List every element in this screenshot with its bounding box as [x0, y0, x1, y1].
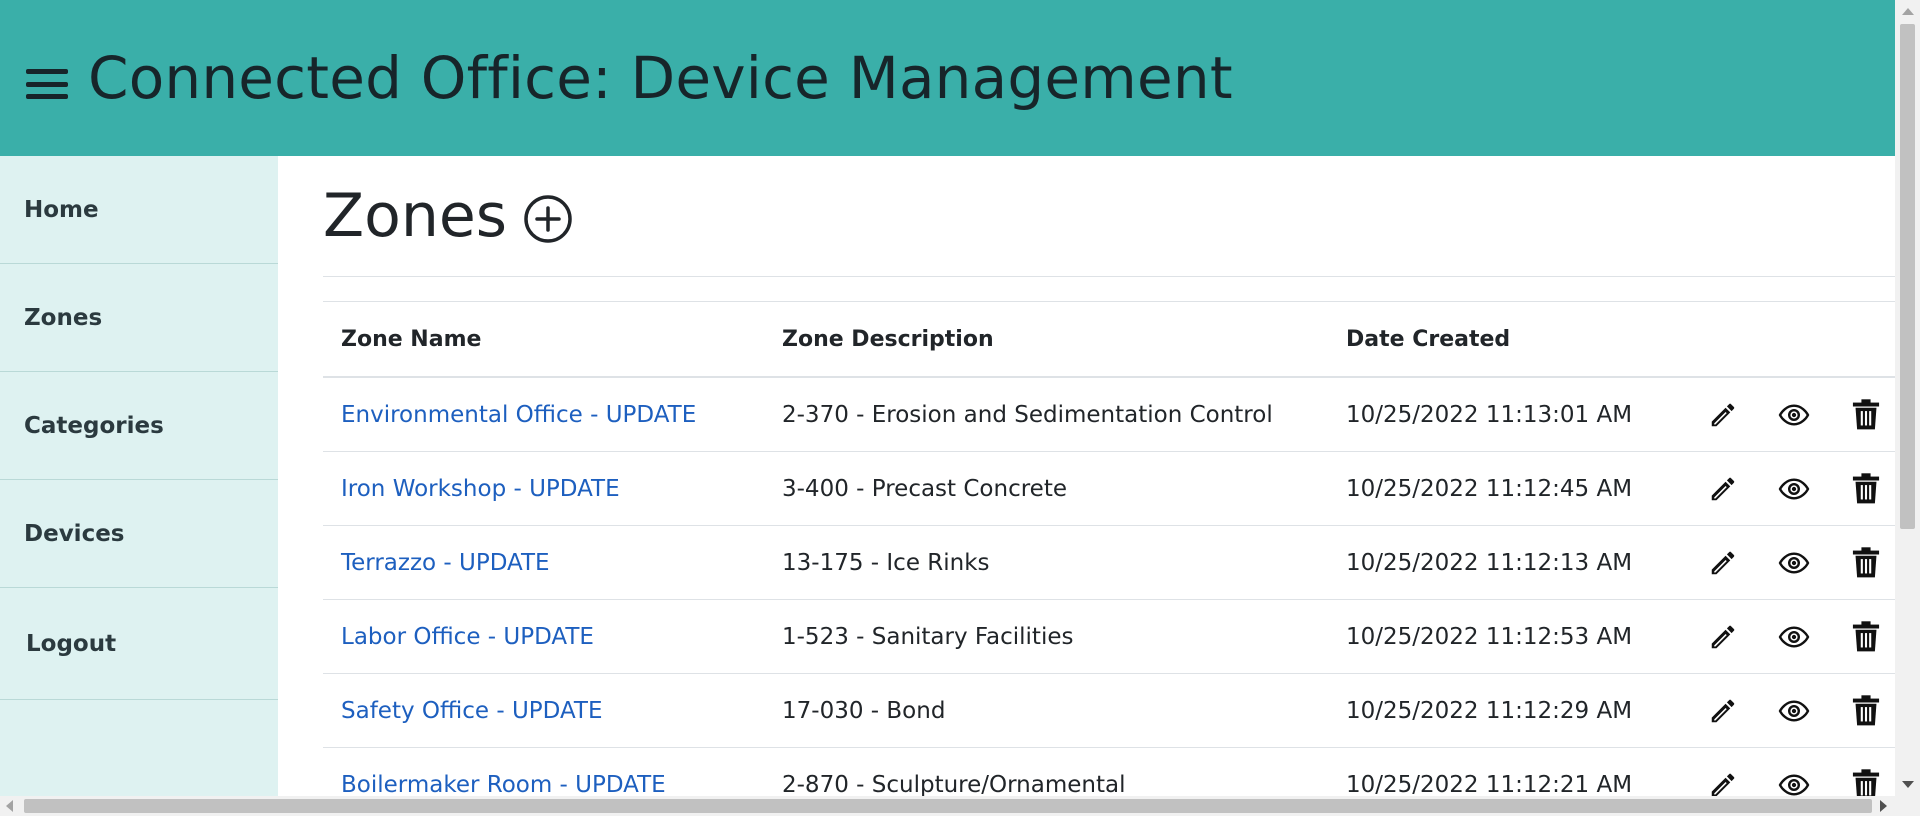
add-zone-button[interactable] — [523, 194, 573, 244]
horizontal-scroll-thumb[interactable] — [24, 799, 1872, 813]
table-row: Labor Office - UPDATE 1-523 - Sanitary Fa… — [323, 599, 1895, 674]
pencil-edit-icon[interactable] — [1708, 545, 1738, 581]
eye-view-icon[interactable] — [1778, 619, 1810, 655]
sidebar-item-devices[interactable]: Devices — [0, 480, 278, 588]
trash-delete-icon[interactable] — [1850, 397, 1882, 433]
actions-cell — [1666, 525, 1895, 600]
main-content: Zones Zone Name Zone Description Date Cr… — [278, 156, 1895, 796]
zone-description-cell: 2-370 - Erosion and Sedimentation Contro… — [764, 377, 1328, 452]
horizontal-scrollbar[interactable] — [0, 796, 1920, 816]
actions-cell — [1666, 599, 1895, 674]
pencil-edit-icon[interactable] — [1708, 693, 1738, 729]
table-row: Environmental Office - UPDATE 2-370 - Ero… — [323, 377, 1895, 452]
pencil-edit-icon[interactable] — [1708, 619, 1738, 655]
sidebar-item-zones[interactable]: Zones — [0, 264, 278, 372]
zone-description-cell: 3-400 - Precast Concrete — [764, 451, 1328, 526]
page-title: Zones — [323, 181, 508, 251]
table-body: Environmental Office - UPDATE 2-370 - Ero… — [323, 377, 1895, 796]
sidebar-item-logout[interactable]: Logout — [0, 588, 278, 700]
zone-name-cell: Labor Office - UPDATE — [323, 599, 764, 674]
app-viewport: Connected Office: Device Management Home… — [0, 0, 1920, 816]
zone-name-cell: Boilermaker Room - UPDATE — [323, 747, 764, 797]
plus-circle-icon — [524, 195, 572, 243]
zone-name-link[interactable]: Labor Office - UPDATE — [341, 624, 594, 650]
date-created-cell: 10/25/2022 11:12:29 AM — [1328, 673, 1666, 748]
eye-view-icon[interactable] — [1778, 397, 1810, 433]
trash-delete-icon[interactable] — [1850, 767, 1882, 796]
hamburger-menu-icon[interactable] — [26, 69, 68, 99]
date-created-cell: 10/25/2022 11:13:01 AM — [1328, 377, 1666, 452]
pencil-edit-icon[interactable] — [1708, 767, 1738, 797]
trash-delete-icon[interactable] — [1850, 471, 1882, 507]
zones-table: Zone Name Zone Description Date Created … — [323, 302, 1895, 796]
zone-name-link[interactable]: Environmental Office - UPDATE — [341, 402, 696, 428]
zone-name-cell: Terrazzo - UPDATE — [323, 525, 764, 600]
table-row: Iron Workshop - UPDATE 3-400 - Precast Co… — [323, 451, 1895, 526]
eye-view-icon[interactable] — [1778, 693, 1810, 729]
page-heading: Zones — [323, 186, 573, 246]
column-header-zone-name[interactable]: Zone Name — [323, 302, 764, 378]
table-row: Terrazzo - UPDATE 13-175 - Ice Rinks 10/25… — [323, 525, 1895, 600]
actions-cell — [1666, 747, 1895, 797]
scroll-down-arrow-icon[interactable] — [1902, 781, 1914, 788]
zone-description-cell: 2-870 - Sculpture/Ornamental — [764, 747, 1328, 796]
date-created-cell: 10/25/2022 11:12:53 AM — [1328, 599, 1666, 674]
scroll-right-arrow-icon[interactable] — [1880, 800, 1887, 812]
eye-view-icon[interactable] — [1778, 471, 1810, 507]
table-row: Boilermaker Room - UPDATE 2-870 - Sculptu… — [323, 747, 1895, 797]
zone-name-link[interactable]: Safety Office - UPDATE — [341, 698, 602, 724]
column-header-zone-description[interactable]: Zone Description — [764, 302, 1328, 378]
eye-view-icon[interactable] — [1778, 767, 1810, 797]
zone-description-cell: 13-175 - Ice Rinks — [764, 525, 1328, 600]
trash-delete-icon[interactable] — [1850, 619, 1882, 655]
zone-name-link[interactable]: Iron Workshop - UPDATE — [341, 476, 620, 502]
app-header: Connected Office: Device Management — [0, 0, 1895, 156]
column-header-date-created[interactable]: Date Created — [1328, 302, 1666, 378]
trash-delete-icon[interactable] — [1850, 545, 1882, 581]
pencil-edit-icon[interactable] — [1708, 397, 1738, 433]
sidebar-item-categories[interactable]: Categories — [0, 372, 278, 480]
vertical-scrollbar[interactable] — [1895, 0, 1920, 796]
scroll-up-arrow-icon[interactable] — [1902, 8, 1914, 15]
zone-name-link[interactable]: Terrazzo - UPDATE — [341, 550, 550, 576]
table-row: Safety Office - UPDATE 17-030 - Bond 10/25… — [323, 673, 1895, 748]
eye-view-icon[interactable] — [1778, 545, 1810, 581]
app-title: Connected Office: Device Management — [88, 44, 1233, 112]
zone-name-link[interactable]: Boilermaker Room - UPDATE — [341, 772, 666, 797]
date-created-cell: 10/25/2022 11:12:21 AM — [1328, 747, 1666, 796]
date-created-cell: 10/25/2022 11:12:13 AM — [1328, 525, 1666, 600]
scroll-left-arrow-icon[interactable] — [6, 800, 13, 812]
actions-cell — [1666, 451, 1895, 526]
zone-name-cell: Safety Office - UPDATE — [323, 673, 764, 748]
vertical-scroll-thumb[interactable] — [1900, 24, 1915, 529]
actions-cell — [1666, 673, 1895, 748]
zone-description-cell: 1-523 - Sanitary Facilities — [764, 599, 1328, 674]
divider — [323, 276, 1895, 277]
zone-name-cell: Environmental Office - UPDATE — [323, 377, 764, 452]
pencil-edit-icon[interactable] — [1708, 471, 1738, 507]
date-created-cell: 10/25/2022 11:12:45 AM — [1328, 451, 1666, 526]
column-header-actions — [1666, 302, 1895, 378]
sidebar: Home Zones Categories Devices Logout — [0, 156, 278, 796]
zone-name-cell: Iron Workshop - UPDATE — [323, 451, 764, 526]
sidebar-item-home[interactable]: Home — [0, 156, 278, 264]
table-header-row: Zone Name Zone Description Date Created — [323, 302, 1895, 378]
actions-cell — [1666, 377, 1895, 452]
zone-description-cell: 17-030 - Bond — [764, 673, 1328, 748]
trash-delete-icon[interactable] — [1850, 693, 1882, 729]
